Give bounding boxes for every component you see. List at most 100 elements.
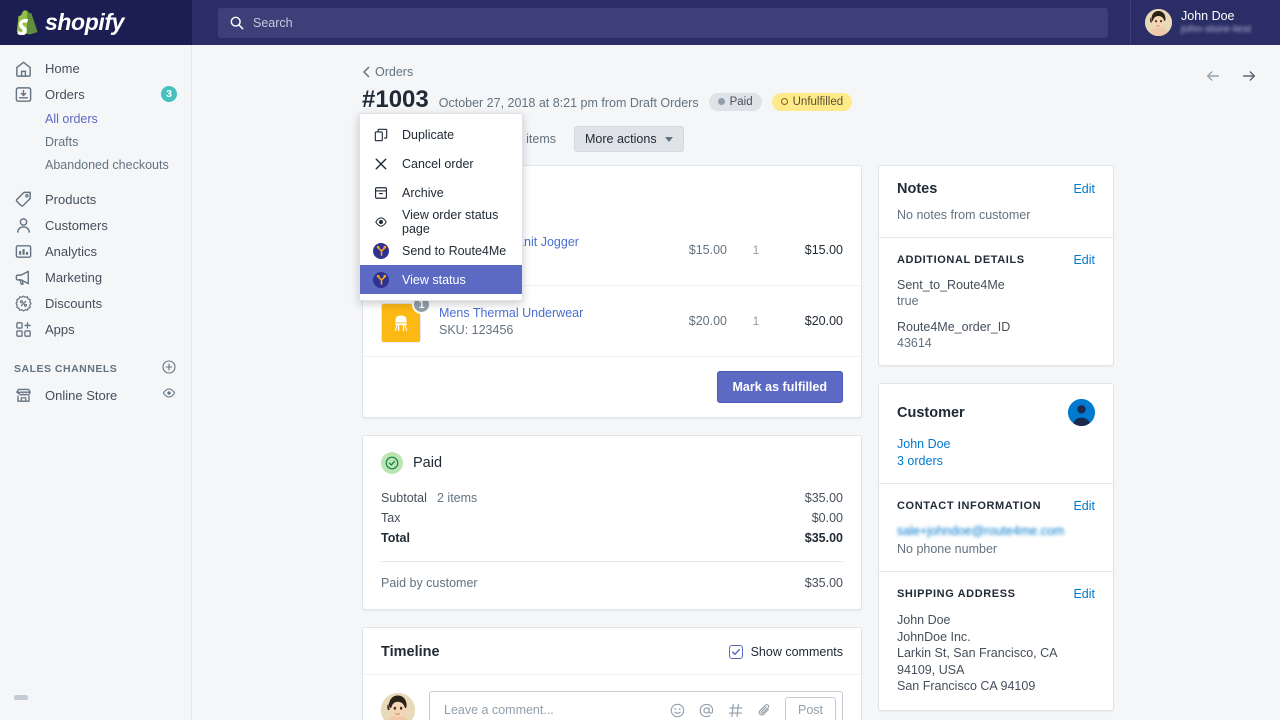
- additional-details-title: ADDITIONAL DETAILS: [897, 254, 1025, 266]
- edit-notes-link[interactable]: Edit: [1073, 182, 1095, 196]
- sidebar-subitem-all-orders[interactable]: All orders: [0, 107, 191, 130]
- summary-subtext: [437, 531, 805, 545]
- menu-item-label: Duplicate: [402, 128, 454, 142]
- orders-icon: [14, 85, 33, 104]
- main-content: Orders #1003 October 27, 2018 at 8:21 pm…: [192, 45, 1280, 720]
- sidebar-item-discounts[interactable]: Discounts: [0, 290, 191, 316]
- post-comment-button[interactable]: Post: [785, 697, 836, 720]
- comment-input[interactable]: Leave a comment...: [429, 691, 843, 720]
- line-total: $15.00: [785, 243, 843, 257]
- apps-icon: [14, 320, 33, 339]
- sales-channels-header: SALES CHANNELS: [0, 356, 191, 382]
- orders-count-badge: 3: [161, 86, 177, 102]
- search-placeholder: Search: [253, 16, 293, 30]
- eye-icon[interactable]: [161, 385, 177, 406]
- sidebar-collapse-handle[interactable]: [14, 695, 28, 700]
- sidebar-item-products[interactable]: Products: [0, 186, 191, 212]
- sidebar-item-home[interactable]: Home: [0, 55, 191, 81]
- attachment-icon[interactable]: [756, 702, 773, 719]
- order-pager: [1204, 67, 1258, 85]
- unit-price: $20.00: [669, 314, 727, 328]
- user-info: John Doe john-store-test: [1181, 9, 1251, 36]
- sidebar-item-label: Discounts: [45, 296, 102, 311]
- sidebar-item-orders[interactable]: Orders 3: [0, 81, 191, 107]
- arrow-left-icon[interactable]: [1204, 67, 1222, 85]
- menu-item-view-order-status-page[interactable]: View order status page: [360, 207, 522, 236]
- product-thumbnail[interactable]: 1: [381, 299, 425, 343]
- route4me-icon: [373, 243, 389, 259]
- quantity-multiplier: 1: [741, 243, 771, 257]
- plus-circle-icon[interactable]: [161, 359, 177, 380]
- unit-price: $15.00: [669, 243, 727, 257]
- detail-key: Sent_to_Route4Me: [897, 278, 1095, 292]
- notes-section: Notes Edit No notes from customer: [879, 166, 1113, 237]
- customer-email[interactable]: sale+johndoe@route4me.com: [897, 524, 1095, 538]
- notes-card: Notes Edit No notes from customer ADDITI…: [878, 165, 1114, 366]
- edit-contact-link[interactable]: Edit: [1073, 499, 1095, 513]
- summary-value: $35.00: [805, 531, 843, 545]
- menu-item-send-to-route4me[interactable]: Send to Route4Me: [360, 236, 522, 265]
- sidebar-item-online-store[interactable]: Online Store: [0, 382, 191, 408]
- more-actions-label: More actions: [585, 132, 657, 146]
- summary-row-paid-by-customer: Paid by customer $35.00: [381, 573, 843, 593]
- sidebar-item-marketing[interactable]: Marketing: [0, 264, 191, 290]
- products-icon: [14, 190, 33, 209]
- divider: [381, 561, 843, 562]
- sidebar-subitem-drafts[interactable]: Drafts: [0, 130, 191, 153]
- analytics-icon: [14, 242, 33, 261]
- customer-name-link[interactable]: John Doe: [897, 437, 1095, 451]
- hashtag-icon[interactable]: [727, 702, 744, 719]
- detail-pair: Route4Me_order_ID 43614: [897, 320, 1095, 350]
- customer-orders-link[interactable]: 3 orders: [897, 454, 1095, 468]
- content-columns: Unfulfilled (2): [192, 152, 1280, 720]
- mark-as-fulfilled-button[interactable]: Mark as fulfilled: [717, 371, 843, 403]
- customer-phone: No phone number: [897, 542, 1095, 556]
- show-comments-toggle[interactable]: Show comments: [729, 645, 843, 659]
- menu-item-cancel-order[interactable]: Cancel order: [360, 149, 522, 178]
- sidebar-subitem-label: Abandoned checkouts: [45, 158, 169, 172]
- checkbox-icon: [729, 645, 743, 659]
- sidebar-item-label: Online Store: [45, 388, 117, 403]
- mention-icon[interactable]: [698, 702, 715, 719]
- breadcrumb[interactable]: Orders: [362, 65, 1280, 79]
- more-actions-button[interactable]: More actions: [574, 126, 684, 152]
- timeline-title: Timeline: [381, 644, 440, 660]
- search-input[interactable]: Search: [218, 8, 1108, 38]
- sidebar-item-apps[interactable]: Apps: [0, 316, 191, 342]
- edit-additional-details-link[interactable]: Edit: [1073, 253, 1095, 267]
- brand-name: shopify: [45, 9, 124, 36]
- sidebar-item-customers[interactable]: Customers: [0, 212, 191, 238]
- detail-pair: Sent_to_Route4Me true: [897, 278, 1095, 308]
- additional-details-section: ADDITIONAL DETAILS Edit Sent_to_Route4Me…: [879, 237, 1113, 365]
- menu-item-archive[interactable]: Archive: [360, 178, 522, 207]
- shopify-logo[interactable]: shopify: [0, 0, 192, 45]
- archive-icon: [373, 185, 389, 201]
- summary-row-tax: Tax $0.00: [381, 508, 843, 528]
- customer-avatar-icon: [1068, 399, 1095, 426]
- menu-item-label: View order status page: [402, 208, 509, 236]
- summary-value: $35.00: [805, 491, 843, 505]
- status-badge-unfulfilled-label: Unfulfilled: [793, 96, 844, 108]
- product-name-link[interactable]: Mens Thermal Underwear: [439, 306, 655, 320]
- status-dot-icon: [718, 98, 725, 105]
- user-menu[interactable]: John Doe john-store-test: [1130, 0, 1280, 45]
- show-comments-label: Show comments: [751, 645, 843, 659]
- customer-card: Customer John Doe 3 orders: [878, 383, 1114, 711]
- menu-item-view-status[interactable]: View status: [360, 265, 522, 294]
- emoji-icon[interactable]: [669, 702, 686, 719]
- summary-subtext: [437, 511, 812, 525]
- sidebar-item-analytics[interactable]: Analytics: [0, 238, 191, 264]
- arrow-right-icon[interactable]: [1240, 67, 1258, 85]
- customers-icon: [14, 216, 33, 235]
- status-badge-paid-label: Paid: [730, 96, 753, 108]
- menu-item-duplicate[interactable]: Duplicate: [360, 120, 522, 149]
- sidebar-subitem-abandoned-checkouts[interactable]: Abandoned checkouts: [0, 153, 191, 176]
- summary-label: Subtotal: [381, 491, 437, 505]
- edit-shipping-link[interactable]: Edit: [1073, 587, 1095, 601]
- shipping-address-title: SHIPPING ADDRESS: [897, 588, 1016, 600]
- detail-value: true: [897, 294, 1095, 308]
- more-actions-dropdown: Duplicate Cancel order Archive: [359, 113, 523, 301]
- menu-item-label: Cancel order: [402, 157, 474, 171]
- summary-value: $0.00: [812, 511, 843, 525]
- status-ring-icon: [781, 98, 788, 105]
